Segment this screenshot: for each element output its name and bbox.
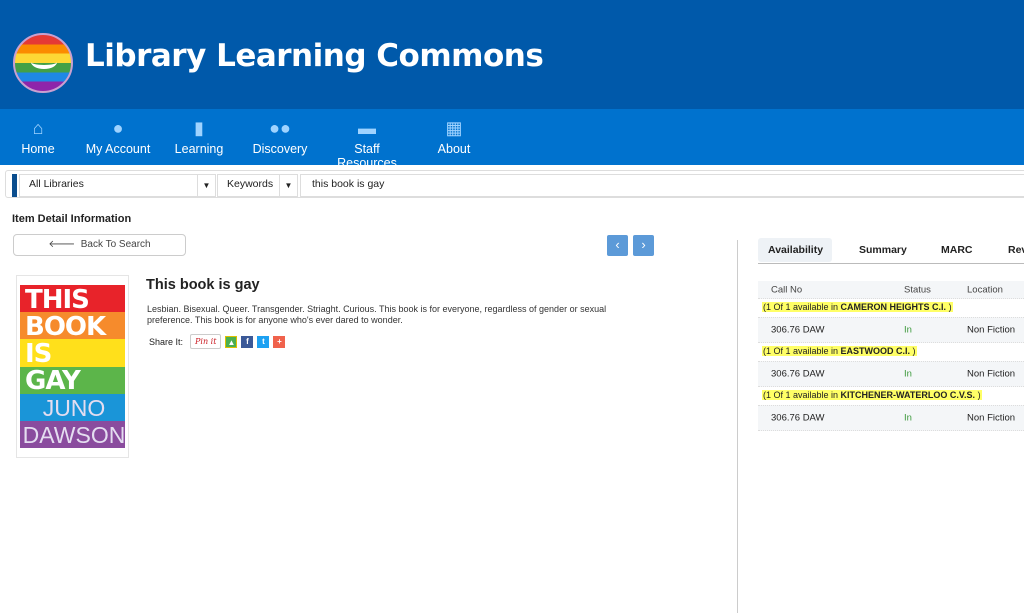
tab-availability[interactable]: Availability	[758, 238, 832, 262]
home-icon: ⌂	[32, 118, 44, 138]
chevron-down-icon: ▼	[279, 175, 297, 196]
library-group-header: (1 Of 1 available in CAMERON HEIGHTS C.I…	[758, 299, 1024, 317]
cover-author: JUNO DAWSON	[22, 395, 126, 448]
item-description: Lesbian. Bisexual. Queer. Transgender. S…	[147, 304, 607, 325]
call-no: 306.76 DAW	[771, 324, 825, 336]
nav-discovery[interactable]: ●● Discovery	[252, 117, 308, 156]
share-bar: Share It: Pin it ▲ f t +	[149, 334, 286, 349]
nav-learning[interactable]: ▮ Learning	[172, 117, 226, 156]
back-to-search-button[interactable]: 🡐 Back To Search	[13, 234, 186, 256]
location: Non Fiction	[967, 412, 1016, 424]
call-no: 306.76 DAW	[771, 412, 825, 424]
main-nav: ⌂ Home ● My Account ▮ Learning ●● Discovery …	[0, 109, 1024, 170]
chevron-right-icon: ›	[641, 237, 646, 252]
location: Non Fiction	[967, 368, 1016, 380]
page-heading: Item Detail Information	[12, 213, 132, 225]
bar-chart-icon: ▮	[194, 118, 204, 138]
divider	[737, 240, 738, 613]
availability-note: (1 Of 1 available in EASTWOOD C.I. )	[762, 346, 917, 356]
tab-reviews[interactable]: Rev	[998, 238, 1024, 262]
book-cover[interactable]: THIS BOOK IS GAY JUNO DAWSON	[16, 275, 129, 458]
chevron-left-icon: ‹	[615, 237, 620, 252]
library-group-header: (1 Of 1 available in KITCHENER-WATERLOO …	[758, 387, 1024, 405]
user-icon: ●	[112, 118, 124, 138]
field-select[interactable]: Keywords ▼	[217, 174, 298, 197]
item-title: This book is gay	[146, 277, 260, 293]
tab-summary[interactable]: Summary	[849, 238, 917, 262]
nav-label: Staff Resources	[337, 142, 397, 170]
location: Non Fiction	[967, 324, 1016, 336]
nav-label: Home	[21, 142, 55, 156]
library-value: All Libraries	[29, 178, 84, 190]
status: In	[904, 324, 912, 336]
search-accent	[12, 174, 17, 197]
field-value: Keywords	[227, 178, 274, 190]
availability-table: Call No Status Location (1 Of 1 availabl…	[758, 281, 1024, 431]
logo[interactable]	[13, 33, 73, 93]
nav-about[interactable]: ▦ About	[436, 117, 472, 156]
nav-label: About	[437, 142, 471, 156]
google-classroom-icon[interactable]: ▲	[225, 335, 238, 348]
facebook-icon[interactable]: f	[241, 335, 254, 348]
nav-label: Discovery	[252, 142, 308, 156]
table-row: 306.76 DAW In Non Fiction	[758, 317, 1024, 343]
nav-label: Learning	[174, 142, 224, 156]
table-row: 306.76 DAW In Non Fiction	[758, 361, 1024, 387]
call-no: 306.76 DAW	[771, 368, 825, 380]
nav-staff-resources[interactable]: ▬ Staff Resources	[326, 117, 408, 170]
twitter-icon[interactable]: t	[257, 335, 270, 348]
availability-note: (1 Of 1 available in KITCHENER-WATERLOO …	[762, 390, 982, 400]
detail-tabs: Availability Summary MARC Rev	[758, 238, 1024, 264]
status: In	[904, 412, 912, 424]
grid-icon: ▦	[445, 118, 463, 138]
nav-label: My Account	[85, 142, 151, 156]
col-status: Status	[904, 284, 931, 295]
add-share-icon[interactable]: +	[273, 335, 286, 348]
library-name: CAMERON HEIGHTS C.I.	[840, 302, 947, 312]
search-value: this book is gay	[312, 178, 385, 190]
library-select[interactable]: All Libraries ▼	[19, 174, 216, 197]
table-header: Call No Status Location	[758, 281, 1024, 299]
status: In	[904, 368, 912, 380]
nav-my-account[interactable]: ● My Account	[84, 117, 152, 156]
search-bar: All Libraries ▼ Keywords ▼ this book is ga…	[5, 170, 1024, 198]
library-group-header: (1 Of 1 available in EASTWOOD C.I. )	[758, 343, 1024, 361]
table-row: 306.76 DAW In Non Fiction	[758, 405, 1024, 431]
library-name: EASTWOOD C.I.	[840, 346, 911, 356]
share-label: Share It:	[149, 336, 184, 347]
next-button[interactable]: ›	[633, 235, 654, 256]
prev-button[interactable]: ‹	[607, 235, 628, 256]
library-name: KITCHENER-WATERLOO C.V.S.	[840, 390, 976, 400]
site-title: Library Learning Commons	[85, 38, 544, 74]
nav-home[interactable]: ⌂ Home	[16, 117, 60, 156]
back-label: Back To Search	[80, 239, 151, 250]
cover-title: THIS BOOK IS GAY	[25, 285, 106, 396]
search-input[interactable]: this book is gay	[300, 174, 1024, 197]
pinterest-button[interactable]: Pin it	[190, 334, 222, 349]
briefcase-icon: ▬	[358, 118, 376, 138]
availability-note: (1 Of 1 available in CAMERON HEIGHTS C.I…	[762, 302, 953, 312]
col-location: Location	[967, 284, 1003, 295]
tab-marc[interactable]: MARC	[931, 238, 983, 262]
site-header: Library Learning Commons	[0, 0, 1024, 109]
chevron-down-icon: ▼	[197, 175, 215, 196]
users-icon: ●●	[269, 118, 291, 138]
arrow-left-icon: 🡐	[48, 239, 76, 250]
col-call-no: Call No	[771, 284, 803, 295]
